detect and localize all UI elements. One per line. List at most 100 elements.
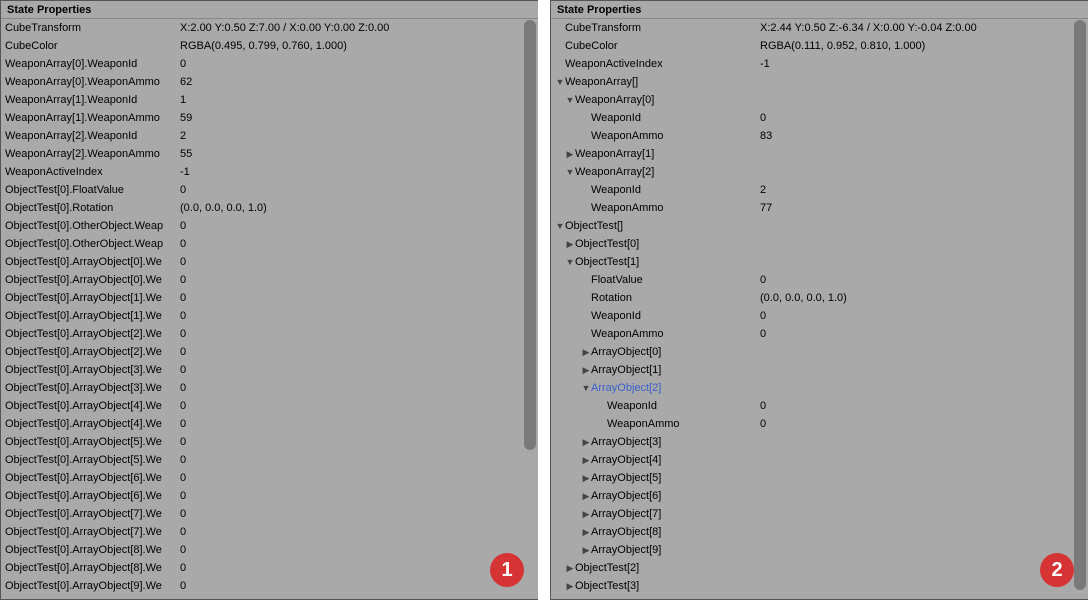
tree-row[interactable]: ▶ArrayObject[4]: [551, 451, 1088, 469]
tree-row[interactable]: FloatValue0: [551, 271, 1088, 289]
scrollbar-thumb[interactable]: [524, 20, 536, 450]
panel-title: State Properties: [551, 1, 1088, 19]
tree-row[interactable]: ▼WeaponArray[2]: [551, 163, 1088, 181]
expand-arrow-right-icon[interactable]: ▶: [565, 235, 575, 253]
property-row[interactable]: ObjectTest[0].ArrayObject[5].We0: [1, 451, 538, 469]
expand-arrow-right-icon[interactable]: ▶: [565, 577, 575, 595]
property-row[interactable]: WeaponArray[0].WeaponId0: [1, 55, 538, 73]
property-row[interactable]: ObjectTest[0].ArrayObject[6].We0: [1, 469, 538, 487]
tree-row[interactable]: WeaponAmmo0: [551, 415, 1088, 433]
expand-arrow-down-icon[interactable]: ▼: [555, 73, 565, 91]
tree-row[interactable]: ▶ArrayObject[0]: [551, 343, 1088, 361]
tree-row[interactable]: ▼WeaponArray[]: [551, 73, 1088, 91]
scrollbar-thumb[interactable]: [1074, 20, 1086, 590]
expand-arrow-right-icon[interactable]: ▶: [581, 361, 591, 379]
property-row[interactable]: ObjectTest[0].ArrayObject[4].We0: [1, 415, 538, 433]
property-row[interactable]: ObjectTest[0].OtherObject.Weap0: [1, 235, 538, 253]
tree-row[interactable]: CubeColorRGBA(0.111, 0.952, 0.810, 1.000…: [551, 37, 1088, 55]
tree-row[interactable]: WeaponId2: [551, 181, 1088, 199]
scrollbar[interactable]: [524, 2, 536, 598]
tree-row[interactable]: ▶ObjectTest[2]: [551, 559, 1088, 577]
expand-arrow-right-icon[interactable]: ▶: [581, 451, 591, 469]
property-row[interactable]: WeaponArray[2].WeaponAmmo55: [1, 145, 538, 163]
tree-row[interactable]: ▼ArrayObject[2]: [551, 379, 1088, 397]
property-row[interactable]: ObjectTest[0].Rotation(0.0, 0.0, 0.0, 1.…: [1, 199, 538, 217]
tree-row[interactable]: ▶WeaponArray[1]: [551, 145, 1088, 163]
expand-arrow-right-icon[interactable]: ▶: [581, 343, 591, 361]
property-row[interactable]: ObjectTest[0].ArrayObject[2].We0: [1, 325, 538, 343]
tree-row[interactable]: WeaponAmmo0: [551, 325, 1088, 343]
expand-arrow-right-icon[interactable]: ▶: [581, 505, 591, 523]
property-value: 1: [176, 91, 538, 109]
property-row[interactable]: ObjectTest[0].ArrayObject[0].We0: [1, 271, 538, 289]
property-row[interactable]: CubeColorRGBA(0.495, 0.799, 0.760, 1.000…: [1, 37, 538, 55]
tree-row[interactable]: ▶ArrayObject[6]: [551, 487, 1088, 505]
property-row[interactable]: ObjectTest[0].ArrayObject[8].We0: [1, 559, 538, 577]
property-value: 0: [176, 559, 538, 577]
tree-value: [756, 361, 1088, 379]
property-row[interactable]: ObjectTest[0].OtherObject.Weap0: [1, 217, 538, 235]
expand-arrow-right-icon[interactable]: ▶: [581, 487, 591, 505]
property-row[interactable]: WeaponActiveIndex-1: [1, 163, 538, 181]
property-row[interactable]: ObjectTest[0].ArrayObject[5].We0: [1, 433, 538, 451]
property-row[interactable]: ObjectTest[0].ArrayObject[7].We0: [1, 505, 538, 523]
property-row[interactable]: WeaponArray[2].WeaponId2: [1, 127, 538, 145]
property-row[interactable]: WeaponArray[1].WeaponId1: [1, 91, 538, 109]
tree-row[interactable]: ▼WeaponArray[0]: [551, 91, 1088, 109]
expand-arrow-down-icon[interactable]: ▼: [581, 379, 591, 397]
expand-arrow-down-icon[interactable]: ▼: [565, 91, 575, 109]
property-row[interactable]: ObjectTest[0].ArrayObject[4].We0: [1, 397, 538, 415]
tree-row[interactable]: ▼ObjectTest[]: [551, 217, 1088, 235]
scrollbar[interactable]: [1074, 2, 1086, 598]
tree-label: WeaponArray[2]: [575, 163, 654, 181]
property-row[interactable]: ObjectTest[0].ArrayObject[6].We0: [1, 487, 538, 505]
property-row[interactable]: ObjectTest[0].ArrayObject[3].We0: [1, 361, 538, 379]
expand-arrow-down-icon[interactable]: ▼: [555, 217, 565, 235]
tree-row[interactable]: WeaponAmmo77: [551, 199, 1088, 217]
property-row[interactable]: ObjectTest[0].ArrayObject[7].We0: [1, 523, 538, 541]
tree-row[interactable]: ▶ObjectTest[3]: [551, 577, 1088, 595]
property-value: 0: [176, 505, 538, 523]
expand-arrow-right-icon[interactable]: ▶: [565, 145, 575, 163]
tree-row[interactable]: ▶ArrayObject[1]: [551, 361, 1088, 379]
property-row[interactable]: ObjectTest[0].ArrayObject[2].We0: [1, 343, 538, 361]
property-row[interactable]: CubeTransformX:2.00 Y:0.50 Z:7.00 / X:0.…: [1, 19, 538, 37]
property-row[interactable]: ObjectTest[0].ArrayObject[1].We0: [1, 307, 538, 325]
expand-arrow-right-icon[interactable]: ▶: [581, 433, 591, 451]
expand-arrow-right-icon[interactable]: ▶: [581, 541, 591, 559]
property-row[interactable]: WeaponArray[0].WeaponAmmo62: [1, 73, 538, 91]
property-row[interactable]: ObjectTest[0].ArrayObject[9].We0: [1, 577, 538, 595]
tree-row[interactable]: ▶ArrayObject[5]: [551, 469, 1088, 487]
property-row[interactable]: ObjectTest[0].ArrayObject[3].We0: [1, 379, 538, 397]
tree-row[interactable]: ▶ObjectTest[0]: [551, 235, 1088, 253]
tree-row[interactable]: Rotation(0.0, 0.0, 0.0, 1.0): [551, 289, 1088, 307]
tree-row[interactable]: WeaponId0: [551, 109, 1088, 127]
tree-row[interactable]: ▶ArrayObject[8]: [551, 523, 1088, 541]
tree-label: ArrayObject[3]: [591, 433, 661, 451]
property-row[interactable]: WeaponArray[1].WeaponAmmo59: [1, 109, 538, 127]
tree-label: ObjectTest[0]: [575, 235, 639, 253]
tree-row[interactable]: WeaponActiveIndex-1: [551, 55, 1088, 73]
property-row[interactable]: ObjectTest[0].ArrayObject[0].We0: [1, 253, 538, 271]
tree-row[interactable]: ▶ArrayObject[9]: [551, 541, 1088, 559]
property-row[interactable]: ObjectTest[0].FloatValue0: [1, 181, 538, 199]
tree-row[interactable]: CubeTransformX:2.44 Y:0.50 Z:-6.34 / X:0…: [551, 19, 1088, 37]
expand-arrow-right-icon[interactable]: ▶: [581, 523, 591, 541]
property-row[interactable]: ObjectTest[0].ArrayObject[8].We0: [1, 541, 538, 559]
property-value: 0: [176, 343, 538, 361]
tree-value: [756, 235, 1088, 253]
property-value: 0: [176, 253, 538, 271]
property-label: ObjectTest[0].FloatValue: [1, 181, 176, 199]
tree-row[interactable]: ▶ArrayObject[7]: [551, 505, 1088, 523]
tree-row[interactable]: WeaponId0: [551, 397, 1088, 415]
expand-arrow-right-icon[interactable]: ▶: [565, 559, 575, 577]
expand-arrow-down-icon[interactable]: ▼: [565, 163, 575, 181]
expand-arrow-right-icon[interactable]: ▶: [581, 469, 591, 487]
tree-row[interactable]: ▶ArrayObject[3]: [551, 433, 1088, 451]
tree-row[interactable]: WeaponAmmo83: [551, 127, 1088, 145]
property-row[interactable]: ObjectTest[0].ArrayObject[1].We0: [1, 289, 538, 307]
expand-arrow-down-icon[interactable]: ▼: [565, 253, 575, 271]
tree-row[interactable]: ▼ObjectTest[1]: [551, 253, 1088, 271]
tree-row[interactable]: WeaponId0: [551, 307, 1088, 325]
right-panel: State Properties CubeTransformX:2.44 Y:0…: [550, 0, 1088, 600]
